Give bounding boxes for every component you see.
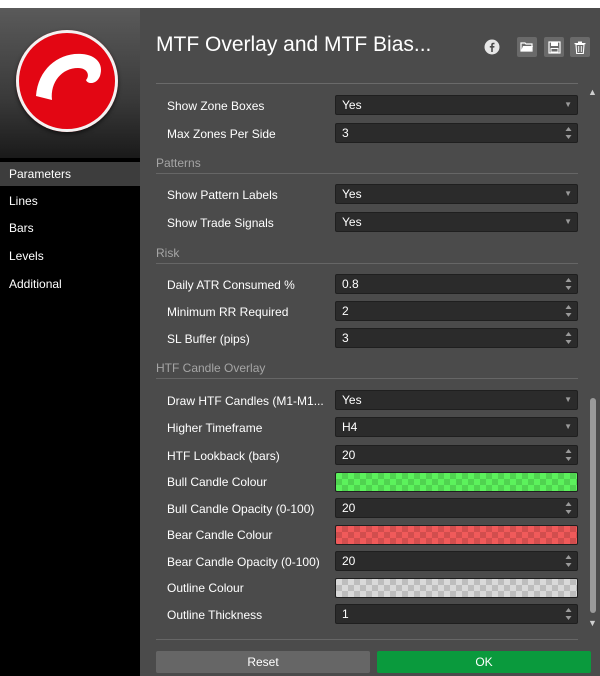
section-divider bbox=[156, 173, 578, 174]
stepper-arrows-icon[interactable] bbox=[565, 607, 572, 621]
draw-htf-candles-label: Draw HTF Candles (M1-M1... bbox=[167, 394, 324, 408]
chevron-down-icon: ▼ bbox=[564, 217, 572, 226]
stepper-arrows-icon[interactable] bbox=[565, 501, 572, 515]
htf-lookback-stepper[interactable]: 20 bbox=[335, 445, 578, 465]
higher-timeframe-value: H4 bbox=[342, 420, 358, 434]
minimum-rr-required-stepper[interactable]: 2 bbox=[335, 301, 578, 321]
scroll-down-icon[interactable]: ▼ bbox=[588, 618, 597, 628]
draw-htf-candles-select[interactable]: Yes ▼ bbox=[335, 390, 578, 410]
open-folder-icon[interactable] bbox=[517, 37, 537, 57]
daily-atr-consumed-stepper[interactable]: 0.8 bbox=[335, 274, 578, 294]
bear-candle-colour-label: Bear Candle Colour bbox=[167, 528, 273, 542]
sl-buffer-stepper[interactable]: 3 bbox=[335, 328, 578, 348]
show-pattern-labels-select[interactable]: Yes ▼ bbox=[335, 184, 578, 204]
chevron-down-icon: ▼ bbox=[564, 395, 572, 404]
stepper-arrows-icon[interactable] bbox=[565, 126, 572, 140]
htf-lookback-value: 20 bbox=[342, 448, 356, 462]
stepper-arrows-icon[interactable] bbox=[565, 277, 572, 291]
stepper-arrows-icon[interactable] bbox=[565, 448, 572, 462]
footer-divider bbox=[156, 639, 578, 640]
ctrader-logo bbox=[16, 30, 118, 132]
scroll-up-icon[interactable]: ▲ bbox=[588, 87, 597, 97]
minimum-rr-required-value: 2 bbox=[342, 304, 349, 318]
sidebar-item-lines[interactable]: Lines bbox=[0, 189, 140, 213]
scrollbar-thumb[interactable] bbox=[590, 398, 596, 613]
bull-candle-opacity-label: Bull Candle Opacity (0-100) bbox=[167, 502, 315, 516]
max-zones-per-side-value: 3 bbox=[342, 126, 349, 140]
stepper-arrows-icon[interactable] bbox=[565, 331, 572, 345]
ok-button[interactable]: OK bbox=[377, 651, 591, 673]
stepper-arrows-icon[interactable] bbox=[565, 304, 572, 318]
parameters-panel: Show Zone Boxes Yes ▼ Max Zones Per Side… bbox=[140, 84, 600, 634]
bull-candle-colour-label: Bull Candle Colour bbox=[167, 475, 268, 489]
facebook-icon[interactable] bbox=[482, 37, 502, 57]
bull-candle-opacity-stepper[interactable]: 20 bbox=[335, 498, 578, 518]
sidebar-item-additional[interactable]: Additional bbox=[0, 272, 140, 296]
show-zone-boxes-select[interactable]: Yes ▼ bbox=[335, 95, 578, 115]
outline-thickness-label: Outline Thickness bbox=[167, 608, 263, 622]
chevron-down-icon: ▼ bbox=[564, 422, 572, 431]
show-trade-signals-label: Show Trade Signals bbox=[167, 216, 274, 230]
bear-candle-opacity-stepper[interactable]: 20 bbox=[335, 551, 578, 571]
show-pattern-labels-label: Show Pattern Labels bbox=[167, 188, 278, 202]
reset-button[interactable]: Reset bbox=[156, 651, 370, 673]
sidebar-item-bars[interactable]: Bars bbox=[0, 216, 140, 240]
sl-buffer-label: SL Buffer (pips) bbox=[167, 332, 250, 346]
bull-candle-opacity-value: 20 bbox=[342, 501, 356, 515]
outline-colour-label: Outline Colour bbox=[167, 581, 244, 595]
minimum-rr-required-label: Minimum RR Required bbox=[167, 305, 289, 319]
show-zone-boxes-label: Show Zone Boxes bbox=[167, 99, 265, 113]
show-zone-boxes-value: Yes bbox=[342, 98, 362, 112]
chevron-down-icon: ▼ bbox=[564, 100, 572, 109]
section-title-risk: Risk bbox=[156, 246, 180, 260]
show-trade-signals-value: Yes bbox=[342, 215, 362, 229]
outline-colour-picker[interactable] bbox=[335, 578, 578, 598]
show-trade-signals-select[interactable]: Yes ▼ bbox=[335, 212, 578, 232]
higher-timeframe-label: Higher Timeframe bbox=[167, 421, 263, 435]
save-icon[interactable] bbox=[544, 37, 564, 57]
page-title: MTF Overlay and MTF Bias... bbox=[156, 33, 432, 56]
max-zones-per-side-label: Max Zones Per Side bbox=[167, 127, 276, 141]
bull-candle-colour-picker[interactable] bbox=[335, 472, 578, 492]
outline-thickness-stepper[interactable]: 1 bbox=[335, 604, 578, 624]
daily-atr-consumed-value: 0.8 bbox=[342, 277, 359, 291]
chevron-down-icon: ▼ bbox=[564, 189, 572, 198]
sidebar: Parameters Lines Bars Levels Additional bbox=[0, 8, 140, 676]
trash-icon[interactable] bbox=[570, 37, 590, 57]
sl-buffer-value: 3 bbox=[342, 331, 349, 345]
section-title-patterns: Patterns bbox=[156, 156, 201, 170]
sidebar-item-parameters[interactable]: Parameters bbox=[0, 162, 140, 186]
header: MTF Overlay and MTF Bias... bbox=[140, 8, 600, 80]
bear-candle-colour-picker[interactable] bbox=[335, 525, 578, 545]
max-zones-per-side-stepper[interactable]: 3 bbox=[335, 123, 578, 143]
section-title-htf-candle-overlay: HTF Candle Overlay bbox=[156, 361, 266, 375]
htf-lookback-label: HTF Lookback (bars) bbox=[167, 449, 280, 463]
higher-timeframe-select[interactable]: H4 ▼ bbox=[335, 417, 578, 437]
dialog-window: Parameters Lines Bars Levels Additional … bbox=[0, 8, 600, 676]
logo-area bbox=[0, 8, 140, 158]
sidebar-item-levels[interactable]: Levels bbox=[0, 244, 140, 268]
stepper-arrows-icon[interactable] bbox=[565, 554, 572, 568]
show-pattern-labels-value: Yes bbox=[342, 187, 362, 201]
ctrader-logo-icon bbox=[36, 53, 102, 100]
outline-thickness-value: 1 bbox=[342, 607, 349, 621]
draw-htf-candles-value: Yes bbox=[342, 393, 362, 407]
section-divider bbox=[156, 263, 578, 264]
bear-candle-opacity-label: Bear Candle Opacity (0-100) bbox=[167, 555, 320, 569]
daily-atr-consumed-label: Daily ATR Consumed % bbox=[167, 278, 295, 292]
bear-candle-opacity-value: 20 bbox=[342, 554, 356, 568]
section-divider bbox=[156, 378, 578, 379]
